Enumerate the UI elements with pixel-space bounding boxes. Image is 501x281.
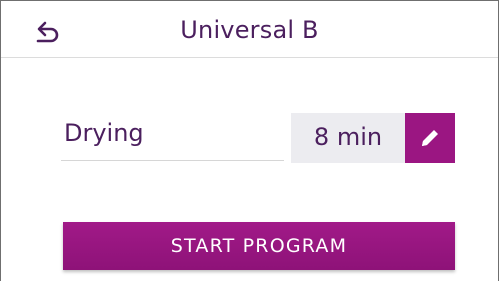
edit-button[interactable] [405, 113, 455, 163]
pencil-icon [422, 130, 438, 146]
program-screen: Universal B Drying 8 min START PROGRAM [0, 0, 499, 281]
page-title: Universal B [180, 16, 319, 44]
drying-label: Drying [64, 119, 144, 147]
drying-value-field[interactable]: 8 min [291, 113, 405, 163]
drying-value: 8 min [313, 123, 383, 151]
start-program-button[interactable]: START PROGRAM [63, 222, 455, 270]
field-divider [61, 160, 284, 161]
header-bar: Universal B [1, 1, 498, 58]
